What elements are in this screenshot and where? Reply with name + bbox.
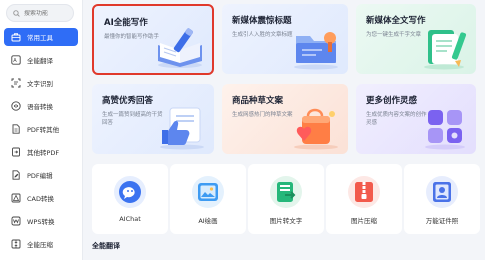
card-more-inspiration[interactable]: 更多创作灵感 生成优质内容文案的创作灵感 — [356, 84, 476, 154]
tool-image-to-text[interactable]: 图片转文字 — [248, 164, 324, 234]
card-title: 新媒体全文写作 — [366, 16, 426, 26]
section-title: 全能翻译 — [92, 242, 120, 250]
sidebar-item-label: 全能压缩 — [27, 241, 53, 249]
id-photo-icon — [426, 176, 458, 208]
sidebar-item-common-tools[interactable]: 常用工具 — [4, 28, 78, 46]
voice-convert-icon — [10, 101, 21, 112]
card-product-copy[interactable]: 商品种草文案 生成网感热门的种草文案 — [222, 84, 348, 154]
sidebar-item-ocr[interactable]: 文字识别 — [4, 74, 78, 92]
sidebar-item-label: 其他转PDF — [27, 149, 60, 157]
book-pen-icon — [158, 28, 202, 68]
card-full-article[interactable]: 新媒体全文写作 为您一键生成千字文章 — [356, 4, 476, 74]
folder-stamp-icon — [294, 32, 338, 70]
sidebar-item-cad[interactable]: CAD转换 — [4, 189, 78, 207]
sidebar-item-label: CAD转换 — [27, 195, 54, 203]
sidebar-item-label: 常用工具 — [27, 34, 53, 42]
tool-label: 图片转文字 — [269, 217, 303, 225]
card-title: 更多创作灵感 — [366, 96, 418, 106]
toolbox-icon — [10, 32, 21, 43]
card-title: AI全能写作 — [104, 18, 148, 28]
search-input[interactable] — [20, 9, 70, 17]
text-recognition-icon — [10, 78, 21, 89]
tool-label: 万能证件照 — [425, 217, 459, 225]
grid-apps-icon — [425, 110, 465, 150]
sidebar-item-label: PDF转其他 — [27, 126, 60, 134]
search-box[interactable] — [6, 4, 74, 22]
tool-ai-painting[interactable]: AI绘画 — [170, 164, 246, 234]
sidebar-item-pdf-edit[interactable]: PDF编辑 — [4, 166, 78, 184]
pdf-convert-icon — [10, 147, 21, 158]
card-desc: 生成一篇赞到超高的干货回答 — [102, 112, 163, 126]
sidebar-item-translate[interactable]: A 全能翻译 — [4, 51, 78, 69]
sidebar: 常用工具 A 全能翻译 文字识别 语音转换 PDF转其他 其他转PDF — [0, 0, 83, 260]
pdf-edit-icon — [10, 170, 21, 181]
compress-icon — [10, 239, 21, 250]
search-icon — [13, 9, 20, 17]
sidebar-item-label: 语音转换 — [27, 103, 53, 111]
card-title: 高赞优秀回答 — [102, 96, 154, 106]
tool-label: 图片压缩 — [351, 217, 377, 225]
thumbs-up-icon — [160, 107, 204, 150]
sidebar-item-compress[interactable]: 全能压缩 — [4, 235, 78, 253]
tool-ai-chat[interactable]: AIChat — [92, 164, 168, 234]
sidebar-item-voice[interactable]: 语音转换 — [4, 97, 78, 115]
card-shocking-headline[interactable]: 新媒体震惊标题 生成引人入胜的文章标题 — [222, 4, 348, 74]
wps-icon — [10, 216, 21, 227]
document-pencil-icon — [424, 30, 467, 70]
card-desc: 生成网感热门的种草文案 — [232, 112, 293, 118]
card-desc: 生成优质内容文案的创作灵感 — [366, 112, 427, 126]
sidebar-item-label: 文字识别 — [27, 80, 53, 88]
ai-painting-icon — [192, 176, 224, 208]
tool-label: AI绘画 — [198, 217, 218, 225]
sidebar-item-label: WPS转换 — [27, 218, 55, 226]
card-top-answers[interactable]: 高赞优秀回答 生成一篇赞到超高的干货回答 — [92, 84, 214, 154]
image-to-text-icon — [270, 176, 302, 208]
card-desc: 为您一键生成千字文章 — [366, 32, 422, 38]
shopping-bag-heart-icon — [294, 108, 338, 150]
tool-image-compress[interactable]: 图片压缩 — [326, 164, 402, 234]
card-ai-writing[interactable]: AI全能写作 最懂你的智能写作助手 — [92, 4, 214, 75]
sidebar-item-pdf-to-other[interactable]: PDF转其他 — [4, 120, 78, 138]
sidebar-item-label: 全能翻译 — [27, 57, 53, 65]
image-compress-icon — [348, 176, 380, 208]
translate-icon: A — [10, 55, 21, 66]
ai-chat-icon — [114, 176, 146, 208]
tool-id-photo[interactable]: 万能证件照 — [404, 164, 480, 234]
card-title: 商品种草文案 — [232, 96, 284, 106]
sidebar-item-other-to-pdf[interactable]: 其他转PDF — [4, 143, 78, 161]
sidebar-item-label: PDF编辑 — [27, 172, 53, 180]
sidebar-item-wps[interactable]: WPS转换 — [4, 212, 78, 230]
cad-icon — [10, 193, 21, 204]
tool-label: AIChat — [119, 215, 141, 223]
svg-text:A: A — [13, 58, 17, 64]
card-desc: 生成引人入胜的文章标题 — [232, 32, 293, 38]
card-title: 新媒体震惊标题 — [232, 16, 292, 26]
pdf-icon — [10, 124, 21, 135]
